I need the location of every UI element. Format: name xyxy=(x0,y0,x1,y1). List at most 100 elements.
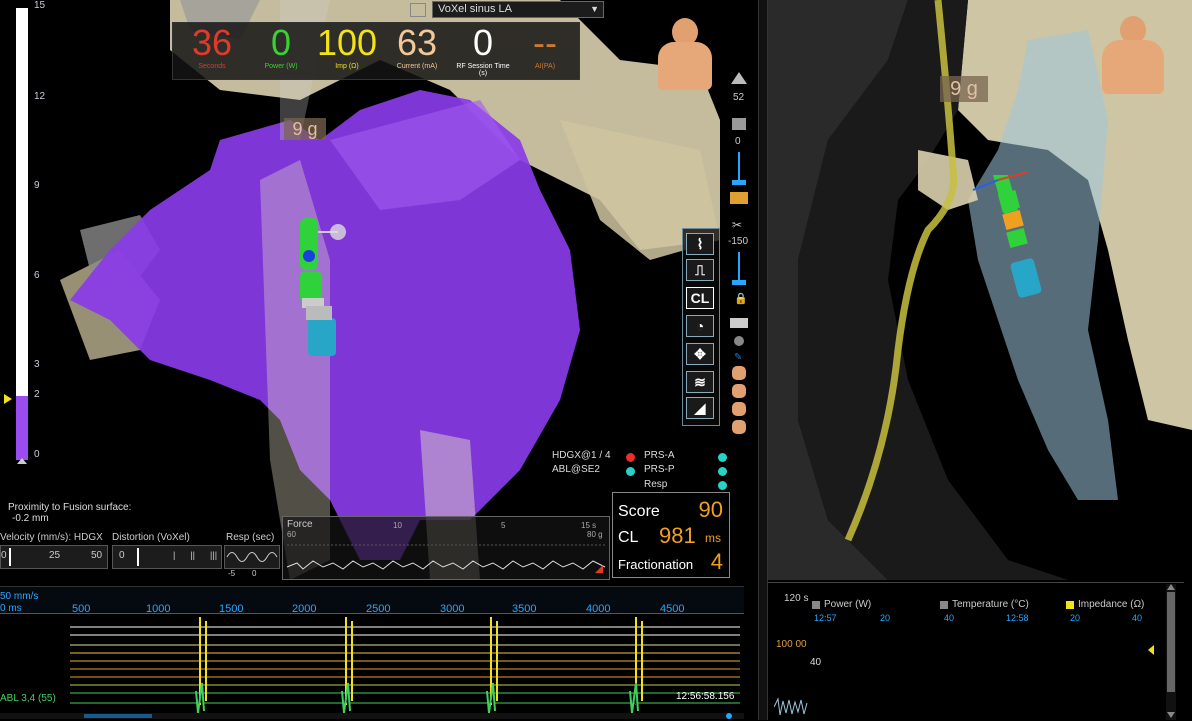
ecg-traces xyxy=(70,617,740,714)
rf-scrollbar[interactable] xyxy=(1166,584,1176,720)
depth-slider-thumb[interactable] xyxy=(732,280,746,285)
ecg-scroll-end-icon[interactable] xyxy=(726,713,732,719)
angle-icon[interactable] xyxy=(731,72,747,84)
flag-icon[interactable] xyxy=(730,192,748,204)
waveform-icon: ≋ xyxy=(694,374,706,390)
opacity-slider-thumb[interactable] xyxy=(732,180,746,185)
rf-legend-name: Power (W) xyxy=(824,599,872,610)
torso-right-icon[interactable] xyxy=(732,402,746,416)
rf-legend-max: 20 xyxy=(880,613,891,623)
prs-dot xyxy=(718,481,727,490)
ablation-metrics-panel: 36 Seconds 0 Power (W) 100 Imp (Ω) 63 Current (… xyxy=(172,22,580,80)
lock-icon[interactable]: 🔒 xyxy=(734,292,748,305)
scissors-icon[interactable]: ✂ xyxy=(732,218,742,232)
prs-row[interactable]: PRS-P xyxy=(644,464,675,475)
catheter-row[interactable]: HDGX@1 / 4 xyxy=(552,450,611,461)
orientation-torso-icon[interactable] xyxy=(658,18,712,92)
metric-label: Imp (Ω) xyxy=(335,63,359,70)
chevron-down-icon: ▼ xyxy=(590,4,599,14)
velocity-slider[interactable]: 0 25 50 xyxy=(0,545,108,569)
prs-row[interactable]: Resp xyxy=(644,479,667,490)
rf-value-white: 40 xyxy=(810,657,822,668)
torso-back-icon[interactable] xyxy=(732,420,746,434)
metric-value: 36 xyxy=(191,22,233,63)
prs-name: PRS-P xyxy=(644,464,675,475)
rf-legend-swatch xyxy=(1066,601,1074,609)
scale-tick: 15 xyxy=(34,0,46,11)
resp-label: Resp (sec) xyxy=(226,532,275,543)
rf-legend-max: 12:58 xyxy=(1006,613,1029,623)
angle-value: 52 xyxy=(733,92,745,103)
map-selector[interactable]: VoXel sinus LA ▼ xyxy=(432,1,604,18)
ecg-panel[interactable]: 50 mm/s 0 ms 500 1000 1500 2000 2500 300… xyxy=(0,586,744,721)
metric-cell: 0 RF Session Time (s) xyxy=(455,22,511,78)
velocity-thumb[interactable] xyxy=(9,548,11,566)
move-button[interactable]: ✥ xyxy=(686,343,714,365)
waveform-button[interactable]: ≋ xyxy=(686,371,714,393)
metric-cell: 36 Seconds xyxy=(177,23,247,77)
score-value: 90 xyxy=(698,497,723,522)
pen-icon[interactable]: ✎ xyxy=(734,352,742,363)
move-arrows-icon: ✥ xyxy=(694,346,706,362)
metric-value: 0 xyxy=(270,22,292,63)
distortion-label: Distortion (VoXel) xyxy=(112,532,190,543)
signal-view-button[interactable]: ⎍ xyxy=(686,259,714,281)
rf-scrollbar-down-icon[interactable] xyxy=(1167,712,1175,718)
gauge-button[interactable]: ◔ xyxy=(686,315,714,337)
torso-front-icon[interactable] xyxy=(732,366,746,380)
scale-tick: 0 xyxy=(34,449,40,460)
catheter-dot xyxy=(626,453,635,462)
scale-bar[interactable] xyxy=(16,8,28,460)
score-label: Score xyxy=(618,503,660,520)
scale-ticks: 15 12 9 6 3 2 0 xyxy=(34,0,54,462)
map-icon[interactable] xyxy=(410,3,426,17)
prs-name: PRS-A xyxy=(644,450,675,461)
metric-cell: 63 Current (mA) xyxy=(385,23,449,77)
gauge-icon: ◔ xyxy=(695,318,705,334)
metric-value: 0 xyxy=(472,22,494,63)
proximity-value: -0.2 mm xyxy=(12,513,49,524)
catheter-name: ABL@SE2 xyxy=(552,464,600,475)
scale-tick: 12 xyxy=(34,91,46,102)
rf-graph-panel[interactable]: 120 s Power (W) 12:57 20 Temperature (°C… xyxy=(768,582,1184,721)
rf-legend-swatch xyxy=(812,601,820,609)
metric-label: RF Session Time (s) xyxy=(456,63,510,77)
metric-value: 63 xyxy=(396,22,438,63)
opacity-value: 0 xyxy=(735,136,741,147)
ecg-speed: 50 mm/s xyxy=(0,591,39,602)
depth-slider[interactable] xyxy=(738,252,740,282)
scale-marker-icon[interactable] xyxy=(4,394,12,404)
scale-tick: 9 xyxy=(34,180,40,191)
distortion-slider[interactable]: 0 | || ||| xyxy=(112,545,222,569)
cl-unit: ms xyxy=(705,531,721,545)
opacity-slider[interactable] xyxy=(738,152,740,182)
ecg-view-button[interactable]: ⌇ xyxy=(686,233,714,255)
opacity-icon[interactable] xyxy=(732,118,746,130)
prs-dot xyxy=(718,453,727,462)
ecg-scrollbar-thumb[interactable] xyxy=(84,714,152,718)
torso-left-icon[interactable] xyxy=(732,384,746,398)
ecg-scrollbar[interactable] xyxy=(0,713,744,719)
distortion-thumb[interactable] xyxy=(137,548,139,566)
resp-tick: -5 xyxy=(228,569,236,578)
catheter-row[interactable]: ABL@SE2 xyxy=(552,464,600,475)
fractionation-label: Fractionation xyxy=(618,557,694,572)
distortion-marks: | || ||| xyxy=(173,550,218,560)
force-tag-left: 9 g xyxy=(284,118,326,140)
rf-scrollbar-up-icon[interactable] xyxy=(1167,584,1175,590)
ecg-timestamp: 12:56:58.156 xyxy=(676,691,735,702)
paint-button[interactable]: ◢ xyxy=(686,397,714,419)
orientation-torso-icon-right[interactable] xyxy=(1102,16,1164,96)
eraser-icon[interactable] xyxy=(730,318,748,328)
map-selector-value: VoXel sinus LA xyxy=(438,3,512,15)
panel-divider[interactable] xyxy=(758,0,768,720)
rf-end-marker-icon xyxy=(1148,645,1154,655)
light-icon[interactable] xyxy=(734,336,744,346)
prs-row[interactable]: PRS-A xyxy=(644,450,675,461)
scale-bottom-arrow-icon[interactable] xyxy=(17,458,27,464)
resp-waveform xyxy=(224,545,280,569)
prs-dot xyxy=(718,467,727,476)
cl-button[interactable]: CL xyxy=(686,287,714,309)
rf-scrollbar-thumb[interactable] xyxy=(1167,592,1175,692)
tool-button-column: ⌇ ⎍ CL ◔ ✥ ≋ ◢ xyxy=(682,228,720,426)
